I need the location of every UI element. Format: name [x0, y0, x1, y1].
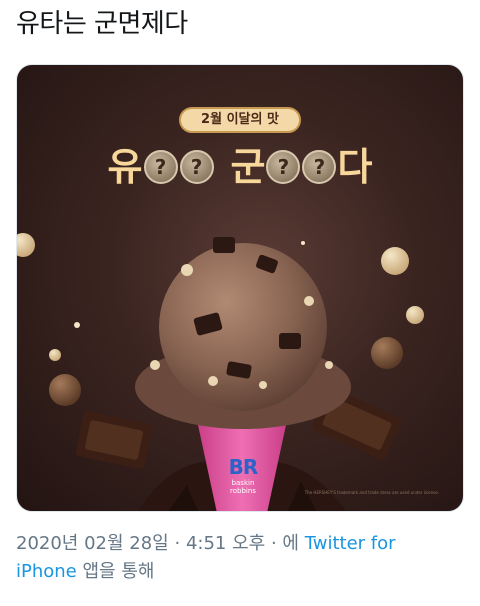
- malt-ball: [49, 374, 81, 406]
- malt-ball: [381, 247, 409, 275]
- baskin-robbins-logo: BR baskin robbins: [228, 455, 259, 495]
- headline-char: 유: [107, 145, 143, 189]
- sparkle: [74, 322, 80, 328]
- headline-char: 군: [230, 145, 266, 189]
- question-coin: ?: [302, 150, 337, 184]
- tweet-media-image[interactable]: 2월 이달의 맛 유 ? ? 군 ? ? 다 BR baskin robbins …: [16, 64, 464, 512]
- trademark-note: The HERSHEY'S trademark and trade dress …: [304, 490, 439, 495]
- via-suffix: 앱을 통해: [82, 561, 155, 582]
- monthly-flavor-banner: 2월 이달의 맛: [179, 107, 301, 133]
- tweet-date[interactable]: 2020년 02월 28일: [16, 533, 169, 554]
- malt-ball: [17, 233, 35, 257]
- sparkle: [301, 241, 305, 245]
- malt-ball: [371, 337, 403, 369]
- question-coin: ?: [143, 150, 178, 184]
- question-coin: ?: [266, 150, 301, 184]
- question-coin: ?: [179, 150, 214, 184]
- tweet-time[interactable]: 4:51 오후: [186, 533, 265, 554]
- malt-ball: [406, 306, 424, 324]
- flavor-headline: 유 ? ? 군 ? ? 다: [17, 143, 463, 191]
- via-prefix: 에: [282, 533, 299, 554]
- meta-separator: ·: [270, 533, 277, 554]
- tweet-meta: 2020년 02월 28일 · 4:51 오후 · 에 Twitter for …: [16, 530, 456, 586]
- headline-char: 다: [337, 145, 373, 189]
- chocolate-bar-left: [75, 410, 153, 470]
- meta-separator: ·: [174, 533, 181, 554]
- malt-ball: [49, 349, 61, 361]
- tweet-text: 유타는 군면제다: [16, 9, 188, 39]
